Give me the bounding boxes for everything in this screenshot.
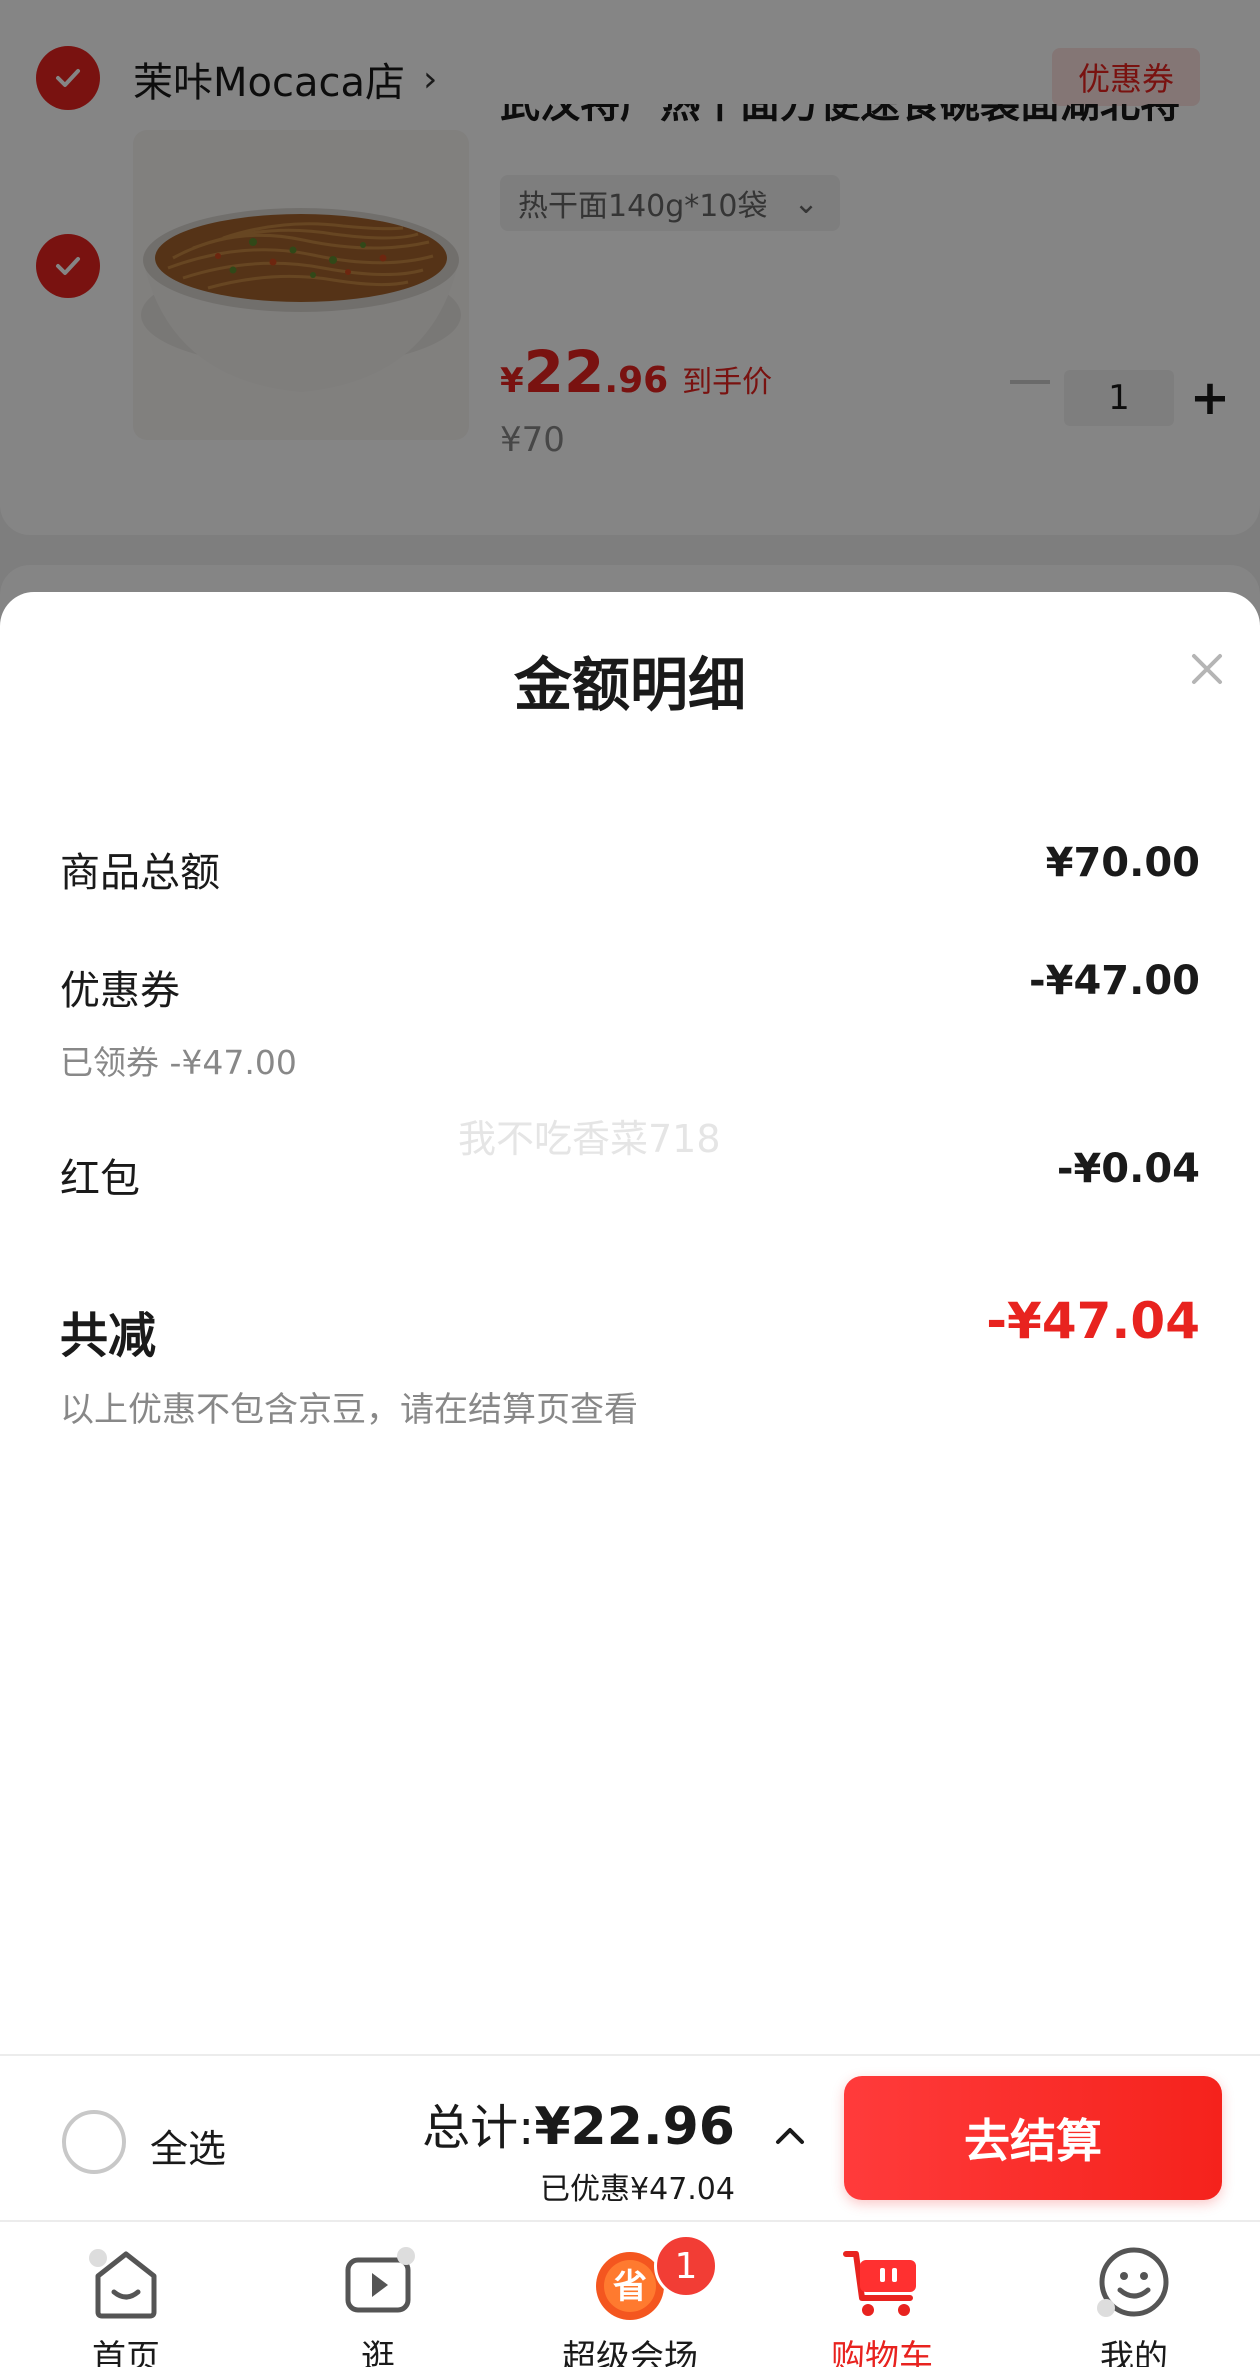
chevron-up-icon[interactable] — [770, 2116, 810, 2156]
notification-badge: 1 — [654, 2234, 718, 2298]
tab-cart-label: 购物车 — [831, 2338, 933, 2367]
checkout-button[interactable]: 去结算 — [844, 2076, 1222, 2200]
red-packet-value: -¥0.04 — [1056, 1146, 1200, 1192]
coupon-sub-label: 已领券 -¥47.00 — [60, 1043, 297, 1082]
tab-profile[interactable]: 我的 — [1008, 2222, 1260, 2367]
home-icon — [89, 2249, 157, 2319]
coupon-label: 优惠券 — [60, 968, 180, 1014]
sheet-title: 金额明细 — [513, 651, 746, 719]
profile-smile-icon — [1097, 2247, 1169, 2317]
select-all-label[interactable]: 全选 — [150, 2118, 226, 2173]
tab-browse-label: 逛 — [361, 2338, 395, 2367]
video-play-icon — [345, 2247, 415, 2313]
goods-total-label: 商品总额 — [60, 850, 220, 896]
tab-browse[interactable]: 逛 — [252, 2222, 504, 2367]
tab-super-venue[interactable]: 省 1 超级会场 — [504, 2222, 756, 2367]
total-sum-amount: ¥22.96 — [534, 2097, 735, 2157]
bottom-tab-bar: 首页 逛 省 1 超级会场 购物车 我的 — [0, 2220, 1260, 2367]
tab-cart[interactable]: 购物车 — [756, 2222, 1008, 2367]
total-sum-prefix: 总计: — [422, 2100, 535, 2156]
amount-detail-sheet: 金额明细 商品总额 ¥70.00 优惠券 -¥47.00 已领券 -¥47.00… — [0, 592, 1260, 2054]
select-all-checkbox[interactable] — [62, 2110, 126, 2174]
red-packet-label: 红包 — [60, 1156, 140, 1202]
discount-footnote: 以上优惠不包含京豆，请在结算页查看 — [60, 1390, 638, 1430]
total-discount-label: 共减 — [60, 1308, 157, 1364]
tab-profile-label: 我的 — [1100, 2338, 1168, 2367]
tab-super-venue-label: 超级会场 — [562, 2338, 698, 2367]
checkout-bar: 全选 总计: ¥22.96 已优惠¥47.04 去结算 — [0, 2054, 1260, 2220]
coupon-value: -¥47.00 — [1029, 958, 1200, 1004]
tab-home[interactable]: 首页 — [0, 2222, 252, 2367]
total-discount-value: -¥47.04 — [986, 1292, 1200, 1350]
cart-icon — [843, 2251, 916, 2316]
svg-text:省: 省 — [613, 2267, 647, 2307]
watermark: 我不吃香菜718 — [458, 1117, 721, 1161]
saved-amount: 已优惠¥47.04 — [540, 2172, 735, 2207]
tab-home-label: 首页 — [92, 2338, 160, 2367]
total-sum: 总计: ¥22.96 — [422, 2088, 735, 2158]
close-icon[interactable] — [1182, 644, 1232, 694]
goods-total-value: ¥70.00 — [1045, 840, 1200, 886]
